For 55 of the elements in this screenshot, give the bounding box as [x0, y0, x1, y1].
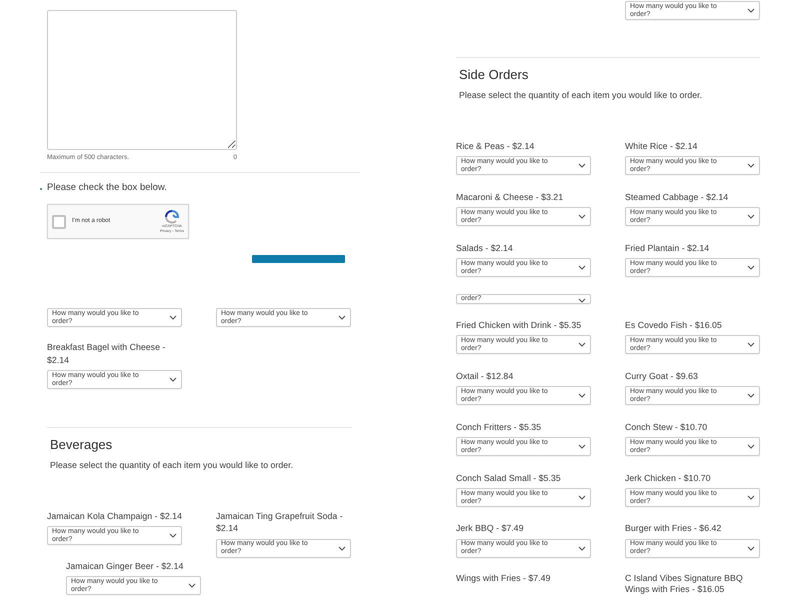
- item-label: Jamaican Ting Grapefruit Soda - $2.14: [216, 510, 344, 535]
- item-label: Curry Goat - $9.63: [625, 370, 699, 382]
- chevron-down-icon: [747, 393, 755, 398]
- chevron-down-icon: [747, 342, 755, 348]
- section-heading: Side Orders: [459, 67, 530, 83]
- chevron-down-icon: [578, 393, 586, 398]
- item-label: Macaroni & Cheese - $3.21: [456, 190, 564, 204]
- item-label: Jerk Chicken - $10.70: [625, 472, 712, 484]
- section-description: Please select the quantity of each item you would like to order.: [459, 88, 704, 102]
- chevron-down-icon: [747, 265, 755, 270]
- item-label: Conch Stew - $10.70: [625, 420, 708, 434]
- item-label: C Island Vibes Signature BBQ Wings with Fries - $16.05: [625, 573, 744, 594]
- item-label: Jerk BBQ - $7.49: [456, 522, 524, 535]
- item-label: Conch Fritters - $5.35: [456, 420, 542, 434]
- submit-button[interactable]: [252, 255, 345, 263]
- item-label: Jamaican Kola Champaign - $2.14: [47, 510, 182, 522]
- instructions-field[interactable]: [47, 10, 237, 150]
- chevron-down-icon: [169, 315, 177, 320]
- chevron-down-icon: [188, 583, 196, 588]
- chevron-down-icon: [747, 444, 755, 450]
- chevron-down-icon: [747, 163, 755, 168]
- chevron-down-icon: [578, 546, 586, 551]
- item-label: Steamed Cabbage - $2.14: [625, 190, 730, 204]
- chevron-down-icon: [578, 298, 586, 304]
- item-label: Jamaican Ginger Beer - $2.14: [66, 560, 184, 572]
- item-label: Salads - $2.14: [456, 242, 514, 254]
- recaptcha-logo-icon: [164, 210, 179, 224]
- chevron-down-icon: [747, 495, 755, 500]
- chevron-down-icon: [747, 214, 755, 220]
- item-label: Fried Plantain - $2.14: [625, 242, 710, 254]
- chevron-down-icon: [338, 546, 346, 551]
- item-label: Burger with Fries - $6.42: [625, 522, 722, 535]
- captcha-checkbox[interactable]: [52, 214, 66, 228]
- item-label: Rice & Peas - $2.14: [456, 140, 536, 152]
- chevron-down-icon: [578, 214, 586, 220]
- section-description: Please select the quantity of each item you would like to order.: [50, 458, 294, 472]
- chevron-down-icon: [578, 444, 586, 450]
- item-label: Oxtail - $12.84: [456, 370, 514, 382]
- chevron-down-icon: [578, 163, 586, 168]
- chevron-down-icon: [169, 533, 177, 538]
- item-label: Fried Chicken with Drink - $5.35: [456, 318, 582, 332]
- section-heading: Beverages: [50, 437, 114, 453]
- item-label: Wings with Fries - $7.49: [456, 573, 552, 584]
- captcha-prompt: Please check the box below.: [47, 182, 167, 193]
- item-label: Es Covedo Fish - $16.05: [625, 318, 723, 332]
- item-label: White Rice - $2.14: [625, 140, 698, 152]
- item-label: Breakfast Bagel with Cheese - $2.14: [47, 341, 166, 366]
- chevron-down-icon: [578, 495, 586, 500]
- chevron-down-icon: [169, 377, 177, 382]
- chevron-down-icon: [338, 315, 346, 320]
- chevron-down-icon: [747, 546, 755, 551]
- chevron-down-icon: [578, 265, 586, 270]
- chevron-down-icon: [747, 8, 755, 13]
- item-label: Conch Salad Small - $5.35: [456, 472, 562, 484]
- chevron-down-icon: [578, 342, 586, 348]
